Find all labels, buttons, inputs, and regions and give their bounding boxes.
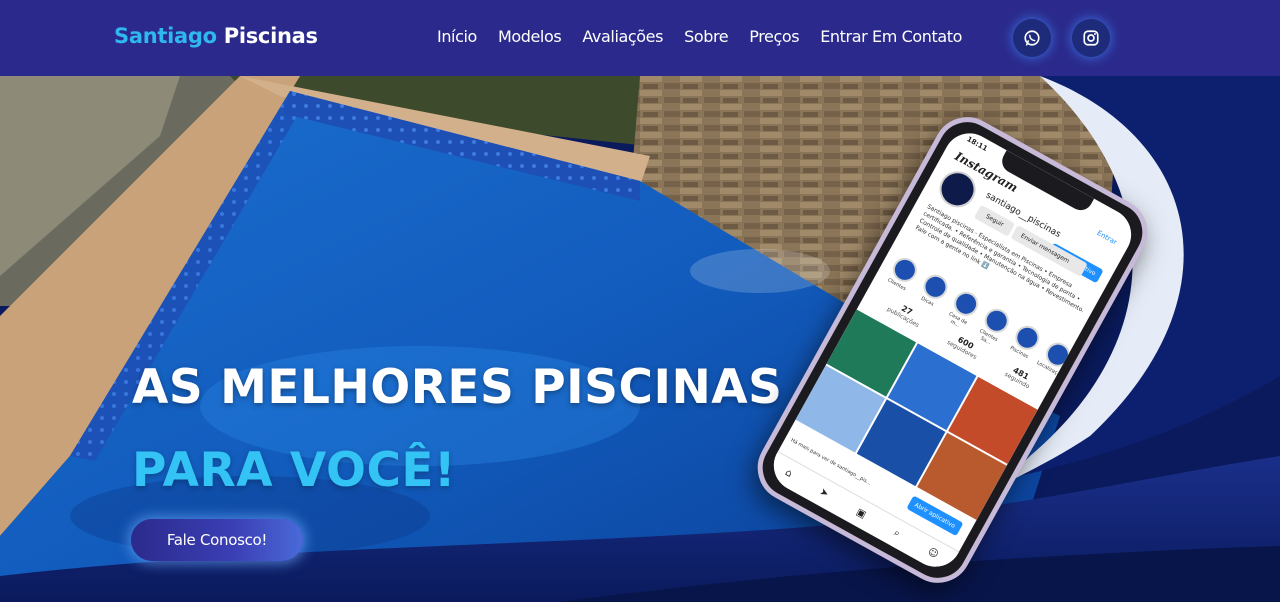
nav-item-precos[interactable]: Preços xyxy=(749,27,799,46)
home-icon: ⌂ xyxy=(782,467,794,480)
main-nav: Início Modelos Avaliações Sobre Preços E… xyxy=(437,27,983,46)
whatsapp-icon xyxy=(1024,30,1040,46)
reels-icon: ▣ xyxy=(854,506,868,521)
nav-item-avaliacoes[interactable]: Avaliações xyxy=(582,27,663,46)
brand-logo[interactable]: Santiago Piscinas xyxy=(114,24,318,48)
profile-icon: ☺ xyxy=(925,546,941,561)
nav-item-contato[interactable]: Entrar Em Contato xyxy=(820,27,962,46)
ig-enter-link: Entrar xyxy=(1095,229,1119,247)
hero-headline-line2: PARA VOCÊ! xyxy=(132,443,456,498)
nav-item-modelos[interactable]: Modelos xyxy=(498,27,562,46)
send-icon: ➤ xyxy=(817,486,831,501)
contact-cta-button[interactable]: Fale Conosco! xyxy=(131,519,303,561)
whatsapp-button[interactable] xyxy=(1013,19,1051,57)
phone-time: 18:11 xyxy=(965,135,989,153)
brand-name-part1: Santiago xyxy=(114,24,217,48)
search-icon: ⌕ xyxy=(891,527,902,540)
instagram-button[interactable] xyxy=(1072,19,1110,57)
brand-name-part2: Piscinas xyxy=(223,24,318,48)
instagram-icon xyxy=(1083,30,1099,46)
nav-item-inicio[interactable]: Início xyxy=(437,27,477,46)
navbar: Santiago Piscinas Início Modelos Avaliaç… xyxy=(0,0,1280,76)
nav-item-sobre[interactable]: Sobre xyxy=(684,27,729,46)
hero-headline-line1: AS MELHORES PISCINAS xyxy=(132,360,783,415)
